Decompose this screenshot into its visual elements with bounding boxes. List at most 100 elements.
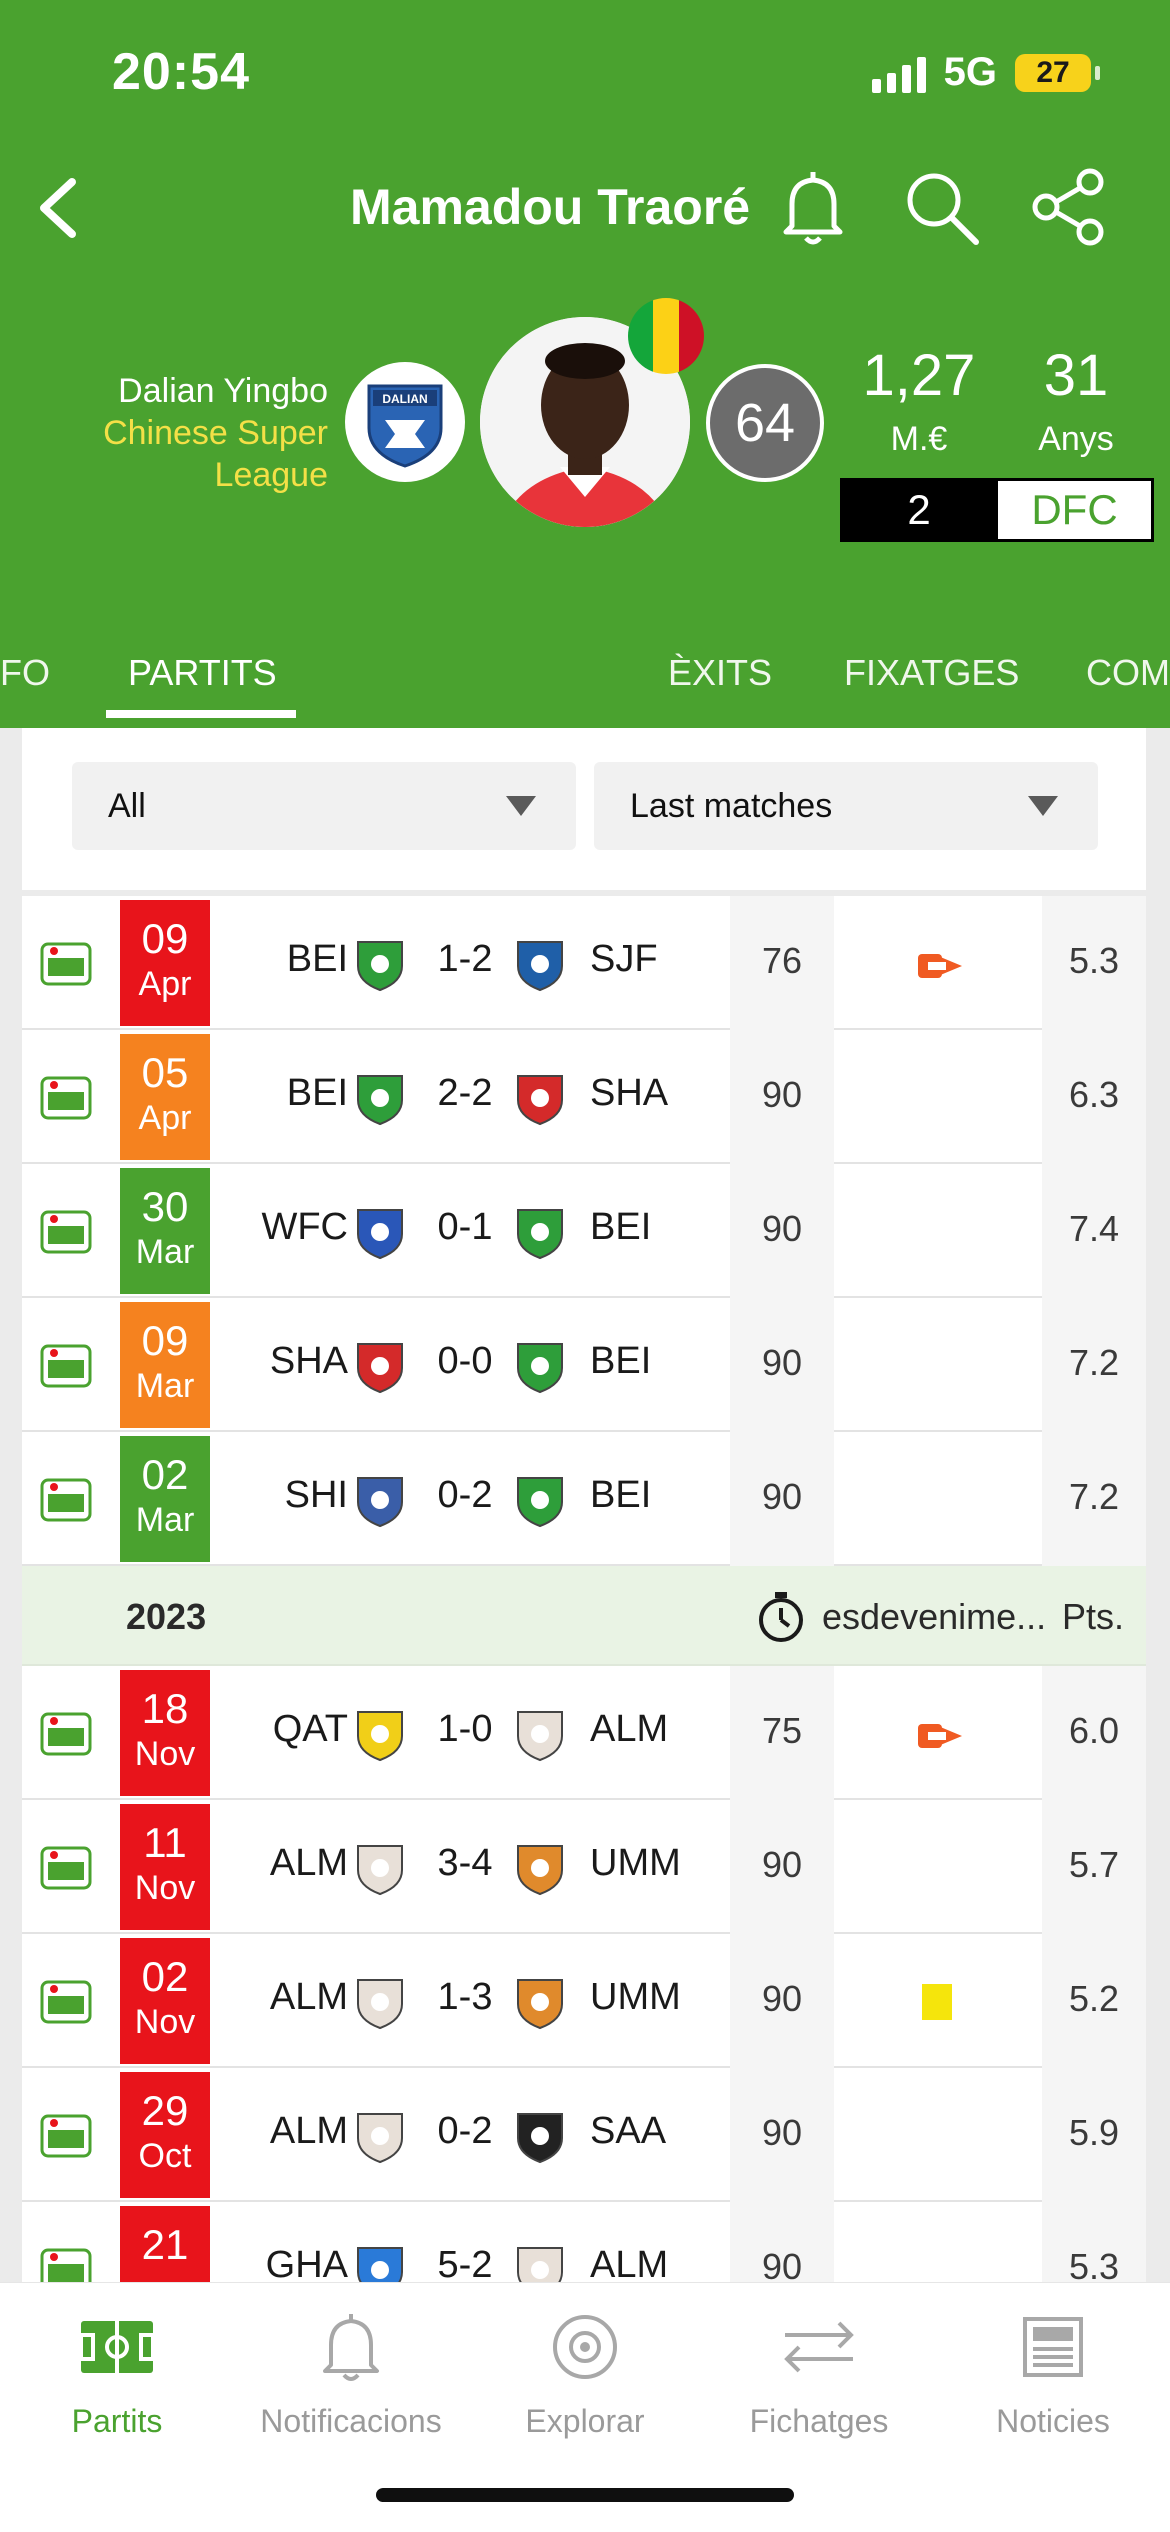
match-month: Oct <box>138 2137 192 2175</box>
away-team-crest-icon <box>512 1204 568 1260</box>
tab-achievements[interactable]: ÈXITS <box>668 652 772 694</box>
away-team-crest-icon <box>512 1840 568 1896</box>
competition-select[interactable]: All <box>72 762 576 850</box>
range-select[interactable]: Last matches <box>594 762 1098 850</box>
yellow-card-icon <box>922 1984 952 2020</box>
home-team: SHA <box>269 1340 348 1382</box>
competition-logo-icon <box>38 1204 94 1260</box>
market-value: 1,27 <box>862 343 976 408</box>
club-info[interactable]: Dalian Yingbo Chinese Super League <box>103 370 328 496</box>
match-row[interactable]: 09 Mar SHA 0-0 BEI 90 7.2 <box>22 1298 1146 1432</box>
club-badge[interactable]: DALIAN <box>345 362 465 482</box>
match-row[interactable]: 09 Apr BEI 1-2 SJF 76 5.3 <box>22 896 1146 1030</box>
nav-notifications[interactable]: Notificacions <box>234 2303 468 2453</box>
caret-down-icon <box>506 796 536 816</box>
competition-logo-icon <box>38 1706 94 1762</box>
match-row[interactable]: 05 Apr BEI 2-2 SHA 90 6.3 <box>22 1030 1146 1164</box>
bell-icon[interactable] <box>768 162 858 252</box>
nav-transfers[interactable]: Fichatges <box>702 2303 936 2453</box>
competition-logo-icon <box>38 2108 94 2164</box>
match-month: Nov <box>134 1735 196 1773</box>
network-label: 5G <box>943 50 997 94</box>
tab-hidden[interactable] <box>350 652 590 696</box>
match-month: Apr <box>138 965 192 1003</box>
match-row[interactable]: 11 Nov ALM 3-4 UMM 90 5.7 <box>22 1800 1146 1934</box>
match-group-2023: 18 Nov QAT 1-0 ALM 75 6.0 11 Nov ALM 3-4 UMM 90 5.7 02… <box>22 1666 1146 2336</box>
tab-info[interactable]: FO <box>0 652 50 694</box>
match-rating: 5.9 <box>1068 2112 1120 2153</box>
match-rating: 6.0 <box>1068 1710 1120 1751</box>
match-month: Nov <box>134 1869 196 1907</box>
home-team: WFC <box>261 1206 348 1248</box>
nav-label-notifications: Notificacions <box>260 2403 442 2439</box>
match-score: 0-2 <box>437 2110 493 2152</box>
status-time: 20:54 <box>112 43 250 101</box>
match-row[interactable]: 29 Oct ALM 0-2 SAA 90 5.9 <box>22 2068 1146 2202</box>
season-year: 2023 <box>126 1596 207 1637</box>
home-team-crest-icon <box>352 1840 408 1896</box>
status-indicators: 5G 27 <box>871 50 1100 95</box>
tab-matches[interactable]: PARTITS <box>128 652 277 694</box>
match-date: 09 Apr <box>120 900 210 1026</box>
away-team: BEI <box>590 1474 652 1516</box>
home-team: ALM <box>269 1842 348 1884</box>
filter-bar: All Last matches <box>22 728 1146 890</box>
search-icon[interactable] <box>896 162 986 252</box>
market-value-unit: M.€ <box>890 420 948 458</box>
match-date: 18 Nov <box>120 1670 210 1796</box>
match-score: 0-1 <box>437 1206 493 1248</box>
match-row[interactable]: 30 Mar WFC 0-1 BEI 90 7.4 <box>22 1164 1146 1298</box>
share-icon[interactable] <box>1024 162 1114 252</box>
match-score: 3-4 <box>437 1842 493 1884</box>
nav-matches[interactable]: Partits <box>0 2303 234 2453</box>
tab-transfers[interactable]: FIXATGES <box>844 652 1019 694</box>
home-team: QAT <box>272 1708 348 1750</box>
club-crest-text: DALIAN <box>382 392 427 406</box>
match-date: 11 Nov <box>120 1804 210 1930</box>
match-rating: 6.3 <box>1068 1074 1120 1115</box>
home-team: BEI <box>286 938 348 980</box>
match-row[interactable]: 18 Nov QAT 1-0 ALM 75 6.0 <box>22 1666 1146 1800</box>
match-group-2024: 09 Apr BEI 1-2 SJF 76 5.3 05 Apr BEI 2-2 SHA 90 6.3 30… <box>22 896 1146 1566</box>
home-team: GHA <box>265 2244 348 2286</box>
competition-logo-icon <box>38 1974 94 2030</box>
nav-news[interactable]: Noticies <box>936 2303 1170 2453</box>
minutes-played: 90 <box>761 1978 803 2019</box>
shirt-number: 2 <box>840 478 998 542</box>
match-date: 05 Apr <box>120 1034 210 1160</box>
nav-label-news: Noticies <box>996 2403 1110 2439</box>
minutes-played: 90 <box>761 1208 803 1249</box>
home-team: SHI <box>284 1474 348 1516</box>
match-day: 21 <box>141 2221 189 2268</box>
tab-more[interactable]: COM <box>1086 652 1170 694</box>
chevron-left-icon[interactable] <box>24 168 94 248</box>
match-day: 11 <box>143 1819 187 1866</box>
match-month: Nov <box>134 2003 196 2041</box>
match-date: 29 Oct <box>120 2072 210 2198</box>
away-team: ALM <box>590 2244 669 2286</box>
away-team: BEI <box>590 1206 652 1248</box>
away-team: SHA <box>590 1072 669 1114</box>
home-team-crest-icon <box>352 1472 408 1528</box>
minutes-played: 76 <box>761 940 803 981</box>
match-day: 29 <box>141 2087 189 2134</box>
stopwatch-icon <box>759 1592 803 1642</box>
minutes-played: 90 <box>761 2112 803 2153</box>
player-header: 20:54 5G 27 Mamadou Traoré Dalian Yingbo… <box>0 0 1170 728</box>
home-team-crest-icon <box>352 1974 408 2030</box>
match-day: 02 <box>141 1451 189 1498</box>
minutes-played: 90 <box>761 1074 803 1115</box>
nationality-flag-icon <box>628 298 704 374</box>
match-day: 02 <box>141 1953 189 2000</box>
newspaper-icon <box>1023 2317 1083 2377</box>
season-points-label: Pts. <box>1062 1596 1125 1637</box>
match-day: 18 <box>141 1685 189 1732</box>
nav-label-matches: Partits <box>71 2403 163 2439</box>
match-row[interactable]: 02 Mar SHI 0-2 BEI 90 7.2 <box>22 1432 1146 1566</box>
match-month: Mar <box>135 1367 195 1405</box>
home-team-crest-icon <box>352 1070 408 1126</box>
nav-explore[interactable]: Explorar <box>468 2303 702 2453</box>
home-team-crest-icon <box>352 936 408 992</box>
home-team-crest-icon <box>352 2108 408 2164</box>
match-row[interactable]: 02 Nov ALM 1-3 UMM 90 5.2 <box>22 1934 1146 2068</box>
